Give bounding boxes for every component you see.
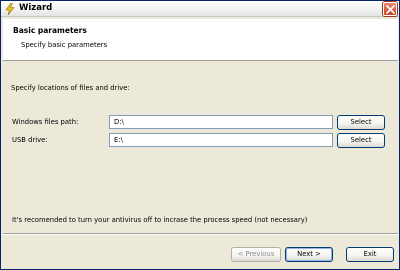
select-windows-files-path-button[interactable]: Select <box>337 115 385 130</box>
windows-files-path-input[interactable] <box>109 115 333 129</box>
footer-divider <box>3 233 398 235</box>
previous-button[interactable]: < Previous <box>231 247 281 262</box>
antivirus-note: It's recomended to turn your antivirus o… <box>12 216 308 224</box>
select-usb-drive-button[interactable]: Select <box>337 133 385 148</box>
lightning-icon <box>5 2 15 16</box>
title-bar[interactable]: Wizard <box>1 1 399 17</box>
wizard-window: Wizard Basic parameters Specify basic pa… <box>0 0 400 270</box>
next-button[interactable]: Next > <box>285 247 333 262</box>
instructions-text: Specify locations of files and drive: <box>11 84 130 92</box>
exit-button[interactable]: Exit <box>346 247 394 262</box>
close-button[interactable] <box>383 2 397 16</box>
window-title: Wizard <box>19 3 53 13</box>
wizard-header: Basic parameters Specify basic parameter… <box>3 19 398 61</box>
page-title: Basic parameters <box>13 26 87 35</box>
windows-files-path-label: Windows files path: <box>12 118 79 126</box>
usb-drive-input[interactable] <box>109 133 333 147</box>
usb-drive-label: USB drive: <box>12 136 48 144</box>
page-subtitle: Specify basic parameters <box>21 41 108 49</box>
